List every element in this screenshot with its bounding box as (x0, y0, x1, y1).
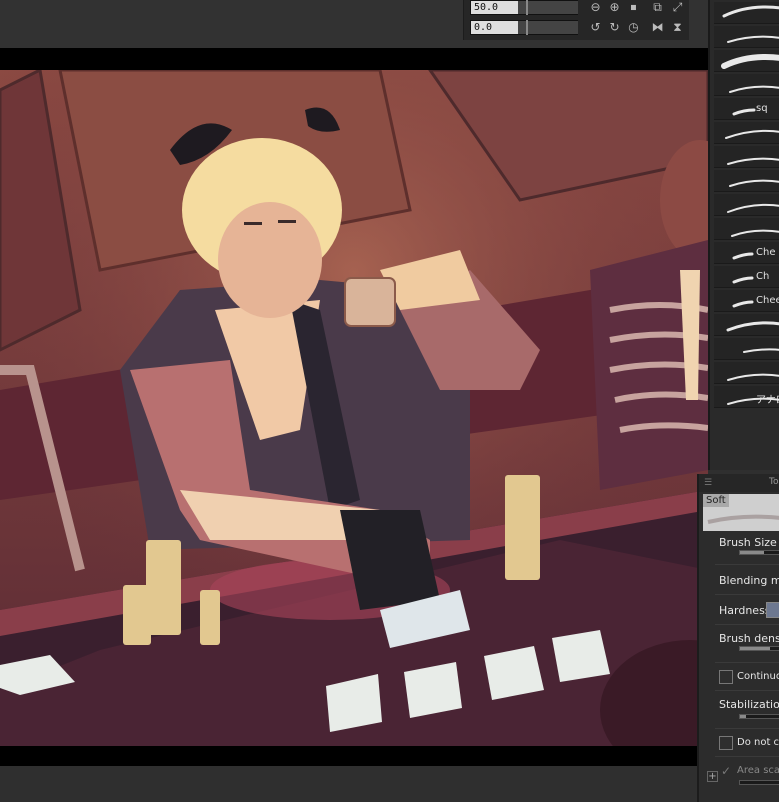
stabilization-label: Stabilization (719, 698, 779, 711)
brush-list-item[interactable]: アナログ (714, 386, 779, 408)
brush-list-item[interactable] (714, 170, 779, 192)
brush-size-label: Brush Size (719, 536, 777, 549)
continuous-checkbox[interactable] (719, 670, 733, 684)
add-setting-button[interactable]: + (707, 771, 718, 782)
zoom-slider[interactable] (518, 0, 578, 15)
brush-stroke-thumbnail (727, 373, 779, 381)
fullscreen-icon[interactable]: ⤢ (670, 0, 685, 15)
rotate-right-icon[interactable]: ↻ (607, 20, 622, 35)
flip-vertical-icon[interactable]: ⧗ (670, 20, 685, 35)
brush-list-item-label: Chee (756, 295, 779, 306)
brush-list-item-label: アナログ (756, 395, 779, 406)
brush-stroke-thumbnail (727, 157, 779, 165)
stabilization-slider[interactable] (739, 714, 779, 719)
navigator-panel: 50.0 0.0 ⊖ ⊕ ⏹ ⧉ ⤢ ↺ ↻ ◷ ⧓ ⧗ (463, 0, 689, 40)
rotation-slider-knob[interactable] (526, 20, 528, 35)
brush-list-item[interactable] (714, 26, 779, 48)
drawing-canvas[interactable] (0, 70, 708, 746)
rotation-slider[interactable] (518, 20, 578, 35)
brush-stroke-thumbnail (726, 321, 779, 332)
brush-stroke-thumbnail (731, 229, 779, 237)
brush-list-item-label: Che (756, 247, 776, 258)
brush-stroke-thumbnail (721, 54, 779, 69)
continuous-label: Continuou (737, 671, 779, 682)
brush-size-slider[interactable] (739, 550, 779, 555)
brush-preview: Soft (703, 494, 779, 531)
brush-list-item[interactable] (714, 338, 779, 360)
brush-density-label: Brush density (719, 632, 779, 645)
brush-stroke-thumbnail (729, 179, 779, 187)
eye-left (244, 222, 262, 225)
divider (715, 624, 779, 625)
brush-list-item[interactable] (714, 314, 779, 336)
brush-list-item[interactable]: Ch (714, 266, 779, 288)
tool-property-panel: ☰ To Soft Brush Size Blending mod Hardne… (697, 474, 779, 802)
face (218, 202, 322, 318)
artwork (0, 70, 708, 746)
tool-property-header: ☰ To (699, 474, 779, 492)
brush-list-item[interactable] (714, 194, 779, 216)
do-not-cross-label: Do not cros (737, 737, 779, 748)
brush-list-item[interactable] (714, 2, 779, 24)
menu-icon[interactable]: ☰ (704, 478, 712, 488)
brush-stroke-thumbnail (722, 5, 779, 18)
hardness-label: Hardness (719, 604, 771, 617)
fit-icon[interactable]: ⧉ (650, 0, 665, 15)
zoom-out-icon[interactable]: ⊖ (588, 0, 603, 15)
brush-list-item[interactable] (714, 122, 779, 144)
brush-stroke-thumbnail (729, 85, 779, 93)
brush-list-item-label: Ch (756, 271, 770, 282)
brush-list-item[interactable] (714, 74, 779, 96)
brush-list-item[interactable] (714, 146, 779, 168)
top-toolbar: 50.0 0.0 ⊖ ⊕ ⏹ ⧉ ⤢ ↺ ↻ ◷ ⧓ ⧗ (0, 0, 708, 48)
card (404, 662, 462, 718)
rotate-left-icon[interactable]: ↺ (588, 20, 603, 35)
area-scale-label: Area scal (737, 765, 779, 776)
glass (344, 277, 396, 327)
brush-list-item[interactable] (714, 362, 779, 384)
chip-stack (505, 475, 540, 580)
brush-stroke-thumbnail (727, 203, 779, 213)
brush-list-panel: sq Che Ch Chee アナログ (708, 0, 779, 470)
brush-list-item[interactable] (714, 218, 779, 240)
zoom-slider-knob[interactable] (526, 0, 528, 15)
brush-list-item-label: sq (756, 103, 768, 114)
chip-stack (146, 540, 181, 635)
brush-list-item[interactable]: sq (714, 98, 779, 120)
zoom-in-icon[interactable]: ⊕ (607, 0, 622, 15)
app-window: 50.0 0.0 ⊖ ⊕ ⏹ ⧉ ⤢ ↺ ↻ ◷ ⧓ ⧗ sq Che Ch C… (0, 0, 779, 802)
brush-list-item[interactable] (714, 50, 779, 72)
flip-horizontal-icon[interactable]: ⧓ (650, 20, 665, 35)
do-not-cross-checkbox[interactable] (719, 736, 733, 750)
tool-property-title: To (769, 477, 779, 487)
brush-stroke-preview (707, 514, 779, 524)
brush-list-item[interactable]: Chee (714, 290, 779, 312)
stop-icon[interactable]: ⏹ (626, 0, 641, 15)
brush-stroke-thumbnail (725, 129, 779, 139)
reset-rotation-icon[interactable]: ◷ (626, 20, 641, 35)
divider (715, 690, 779, 691)
chip-stack (200, 590, 220, 645)
brush-stroke-thumbnail (732, 108, 756, 116)
status-bar (0, 766, 697, 802)
area-scale-slider[interactable] (739, 780, 779, 785)
divider (715, 728, 779, 729)
brush-stroke-thumbnail (727, 35, 779, 43)
eye-right (278, 220, 296, 223)
divider (715, 662, 779, 663)
hardness-selector[interactable] (766, 602, 779, 618)
divider (715, 756, 779, 757)
divider (715, 594, 779, 595)
card (552, 630, 610, 682)
divider (715, 564, 779, 565)
brush-density-slider[interactable] (739, 646, 779, 651)
area-scale-check-icon[interactable]: ✓ (721, 764, 731, 778)
brush-stroke-thumbnail (743, 348, 779, 353)
brush-list-item[interactable]: Che (714, 242, 779, 264)
blending-mode-label[interactable]: Blending mod (719, 574, 779, 587)
